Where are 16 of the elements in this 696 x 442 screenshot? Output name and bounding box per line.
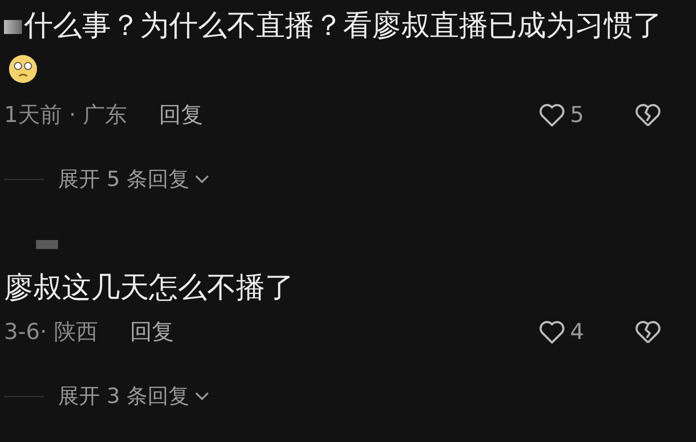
- heart-icon[interactable]: [538, 319, 566, 345]
- comment-date: 1天前 · 广东: [4, 102, 127, 130]
- expand-replies-link[interactable]: 展开 3 条回复: [58, 382, 210, 410]
- expand-replies-link[interactable]: 展开 5 条回复: [58, 165, 210, 193]
- reply-link[interactable]: 回复: [130, 317, 174, 347]
- reply-link[interactable]: 回复: [158, 100, 203, 130]
- comment-text: 廖叔这几天怎么不播了: [4, 270, 294, 304]
- chevron-down-icon: [194, 391, 210, 401]
- like-count: 5: [570, 102, 585, 128]
- like-count: 4: [570, 320, 585, 344]
- broken-heart-icon[interactable]: [634, 319, 662, 345]
- comment-date: 3-6· 陕西: [4, 319, 98, 347]
- broken-heart-icon[interactable]: [634, 102, 662, 128]
- chevron-down-icon: [194, 174, 210, 184]
- heart-icon[interactable]: [538, 102, 566, 128]
- comment-text: 什么事？为什么不直播？看廖叔直播已成为习惯了: [24, 8, 662, 42]
